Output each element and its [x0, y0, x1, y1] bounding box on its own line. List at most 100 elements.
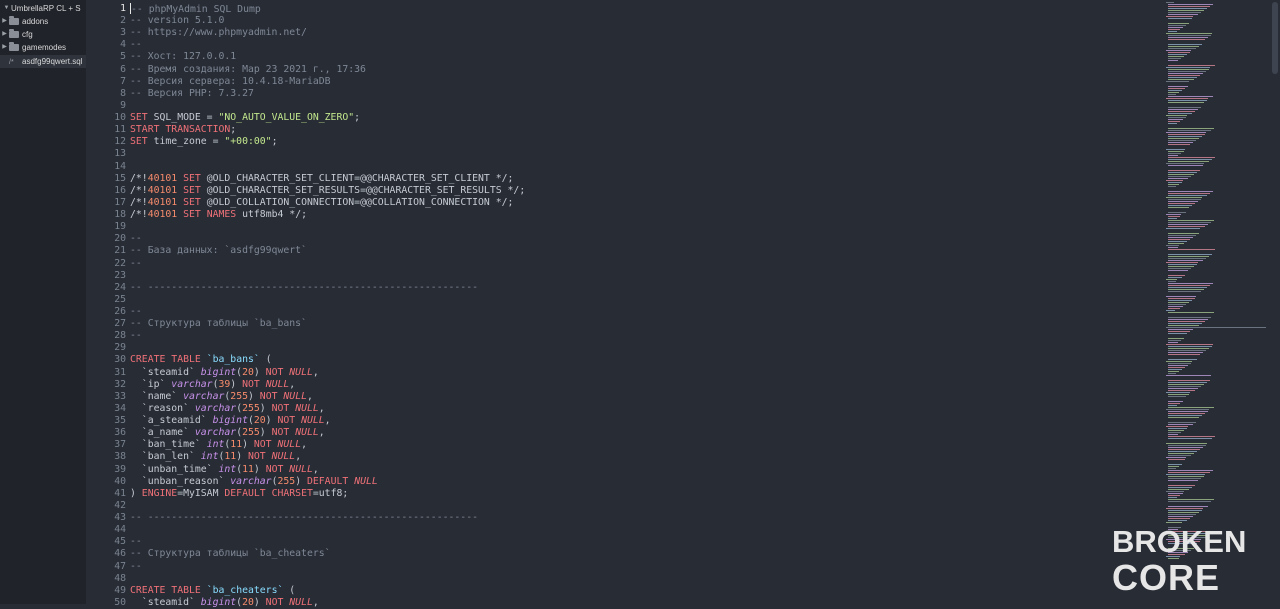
line-number[interactable]: 8	[86, 88, 126, 100]
code-line[interactable]: START TRANSACTION;	[130, 124, 236, 136]
line-number[interactable]: 34	[86, 403, 126, 415]
line-number[interactable]: 4	[86, 39, 126, 51]
code-line[interactable]: SET SQL_MODE = "NO_AUTO_VALUE_ON_ZERO";	[130, 112, 360, 124]
line-number[interactable]: 38	[86, 451, 126, 463]
line-number[interactable]: 5	[86, 51, 126, 63]
code-line[interactable]: ) ENGINE=MyISAM DEFAULT CHARSET=utf8;	[130, 488, 348, 500]
line-number[interactable]: 12	[86, 136, 126, 148]
code-line[interactable]: /*!40101 SET NAMES utf8mb4 */;	[130, 209, 307, 221]
line-number[interactable]: 9	[86, 100, 126, 112]
line-number[interactable]: 49	[86, 585, 126, 597]
code-line[interactable]: -- https://www.phpmyadmin.net/	[130, 27, 307, 39]
line-number[interactable]: 36	[86, 427, 126, 439]
code-line[interactable]: -- Версия PHP: 7.3.27	[130, 88, 254, 100]
code-line[interactable]: -- Структура таблицы `ba_bans`	[130, 318, 307, 330]
line-number[interactable]: 6	[86, 64, 126, 76]
line-number[interactable]: 16	[86, 185, 126, 197]
code-line[interactable]: --	[130, 536, 142, 548]
code-line[interactable]: SET time_zone = "+00:00";	[130, 136, 277, 148]
line-number[interactable]: 29	[86, 342, 126, 354]
code-line[interactable]: `ip` varchar(39) NOT NULL,	[130, 379, 295, 391]
code-line[interactable]: CREATE TABLE `ba_cheaters` (	[130, 585, 295, 597]
code-line[interactable]: /*!40101 SET @OLD_CHARACTER_SET_CLIENT=@…	[130, 173, 513, 185]
line-number[interactable]: 43	[86, 512, 126, 524]
line-number[interactable]: 24	[86, 282, 126, 294]
line-number[interactable]: 20	[86, 233, 126, 245]
project-root[interactable]: ▼ UmbrellaRP CL + S	[2, 2, 81, 15]
code-line[interactable]: --	[130, 258, 142, 270]
code-editor[interactable]: -- phpMyAdmin SQL Dump -- version 5.1.0 --…	[130, 0, 1160, 608]
line-number[interactable]: 11	[86, 124, 126, 136]
code-line[interactable]: -- Хост: 127.0.0.1	[130, 51, 236, 63]
vertical-scrollbar[interactable]	[1270, 0, 1280, 604]
code-line[interactable]: -- База данных: `asdfg99qwert`	[130, 245, 307, 257]
code-line[interactable]: -- Версия сервера: 10.4.18-MariaDB	[130, 76, 331, 88]
line-number[interactable]: 31	[86, 367, 126, 379]
line-number[interactable]: 46	[86, 548, 126, 560]
code-line[interactable]: --	[130, 306, 142, 318]
scrollbar-thumb[interactable]	[1272, 2, 1278, 74]
sidebar-item-cfg[interactable]: ▶ cfg	[0, 28, 33, 41]
code-line[interactable]: CREATE TABLE `ba_bans` (	[130, 354, 272, 366]
code-line[interactable]: `a_name` varchar(255) NOT NULL,	[130, 427, 325, 439]
minimap[interactable]	[1166, 0, 1270, 604]
code-line[interactable]: --	[130, 233, 142, 245]
line-number[interactable]: 32	[86, 379, 126, 391]
code-line[interactable]: `reason` varchar(255) NOT NULL,	[130, 403, 325, 415]
caret-right-icon[interactable]: ▶	[0, 41, 9, 54]
code-line[interactable]: `steamid` bigint(20) NOT NULL,	[130, 367, 319, 379]
caret-right-icon[interactable]: ▶	[0, 28, 9, 41]
line-number[interactable]: 3	[86, 27, 126, 39]
line-number-gutter[interactable]: 1 2 3 4 5 6 7 8 9 10 11 12 13 14 15 16 17 18 19 20 21 22 23 24 2…	[86, 0, 126, 608]
line-number[interactable]: 19	[86, 221, 126, 233]
line-number[interactable]: 40	[86, 476, 126, 488]
line-number[interactable]: 23	[86, 270, 126, 282]
line-number[interactable]: 10	[86, 112, 126, 124]
line-number[interactable]: 21	[86, 245, 126, 257]
code-line[interactable]: `unban_time` int(11) NOT NULL,	[130, 464, 319, 476]
line-number[interactable]: 1	[86, 3, 126, 15]
code-line[interactable]: /*!40101 SET @OLD_CHARACTER_SET_RESULTS=…	[130, 185, 525, 197]
line-number[interactable]: 26	[86, 306, 126, 318]
code-line[interactable]: `ban_len` int(11) NOT NULL,	[130, 451, 301, 463]
line-number[interactable]: 35	[86, 415, 126, 427]
code-line[interactable]: -- Время создания: Мар 23 2021 г., 17:36	[130, 64, 366, 76]
code-line[interactable]: -- Структура таблицы `ba_cheaters`	[130, 548, 331, 560]
code-line[interactable]: `steamid` bigint(20) NOT NULL,	[130, 597, 319, 609]
sidebar-item-sql-file[interactable]: /* asdfg99qwert.sql	[0, 55, 86, 68]
line-number[interactable]: 42	[86, 500, 126, 512]
code-line[interactable]: /*!40101 SET @OLD_COLLATION_CONNECTION=@…	[130, 197, 513, 209]
line-number[interactable]: 22	[86, 258, 126, 270]
code-line[interactable]: -- -------------------------------------…	[130, 282, 478, 294]
line-number[interactable]: 28	[86, 330, 126, 342]
line-number[interactable]: 25	[86, 294, 126, 306]
caret-down-icon[interactable]: ▼	[2, 2, 11, 15]
caret-right-icon[interactable]: ▶	[0, 15, 9, 28]
line-number[interactable]: 7	[86, 76, 126, 88]
code-line[interactable]: -- phpMyAdmin SQL Dump	[130, 3, 261, 15]
line-number[interactable]: 17	[86, 197, 126, 209]
line-number[interactable]: 27	[86, 318, 126, 330]
code-line[interactable]: --	[130, 561, 142, 573]
code-line[interactable]: `unban_reason` varchar(255) DEFAULT NULL	[130, 476, 378, 488]
line-number[interactable]: 44	[86, 524, 126, 536]
line-number[interactable]: 2	[86, 15, 126, 27]
line-number[interactable]: 14	[86, 161, 126, 173]
line-number[interactable]: 13	[86, 148, 126, 160]
sidebar-item-addons[interactable]: ▶ addons	[0, 15, 48, 28]
code-line[interactable]: `ban_time` int(11) NOT NULL,	[130, 439, 307, 451]
line-number[interactable]: 48	[86, 573, 126, 585]
code-line[interactable]: `a_steamid` bigint(20) NOT NULL,	[130, 415, 331, 427]
code-line[interactable]: --	[130, 39, 142, 51]
line-number[interactable]: 47	[86, 561, 126, 573]
code-line[interactable]: `name` varchar(255) NOT NULL,	[130, 391, 313, 403]
sidebar-item-gamemodes[interactable]: ▶ gamemodes	[0, 41, 66, 54]
line-number[interactable]: 33	[86, 391, 126, 403]
code-line[interactable]: -- -------------------------------------…	[130, 512, 478, 524]
line-number[interactable]: 37	[86, 439, 126, 451]
line-number[interactable]: 39	[86, 464, 126, 476]
line-number[interactable]: 30	[86, 354, 126, 366]
code-line[interactable]: --	[130, 330, 142, 342]
line-number[interactable]: 15	[86, 173, 126, 185]
line-number[interactable]: 41	[86, 488, 126, 500]
